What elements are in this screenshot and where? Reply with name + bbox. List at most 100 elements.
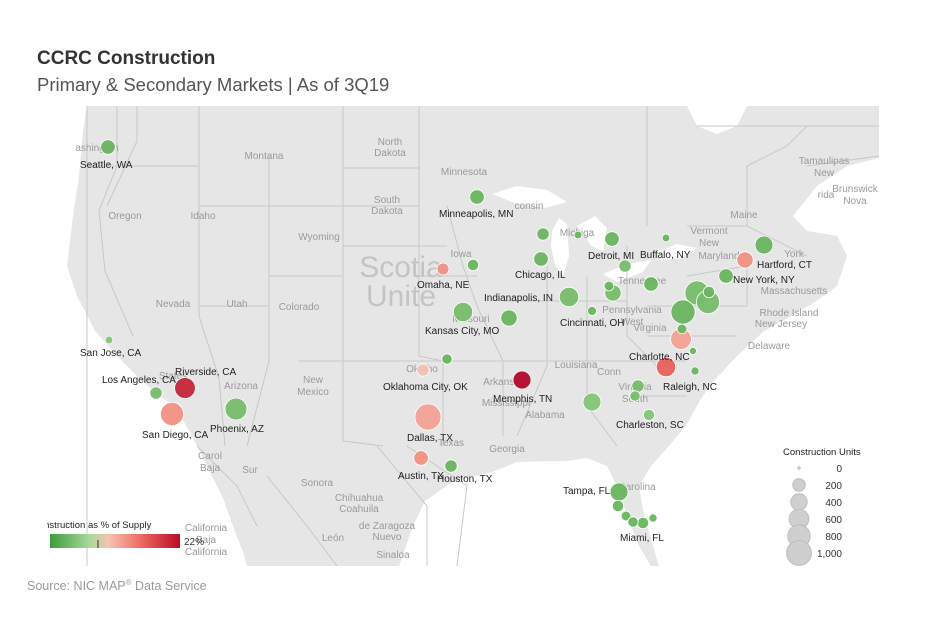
market-bubble[interactable] [469, 189, 485, 205]
market-bubble[interactable] [512, 370, 532, 390]
region-label: Montana [245, 151, 284, 162]
market-label: Seattle, WA [80, 160, 133, 171]
market-label: San Jose, CA [80, 348, 141, 359]
us-map[interactable]: ashingtonOregon IdahoMontanaWyomingNevada… [47, 106, 879, 566]
market-label: Dallas, TX [407, 433, 453, 444]
map-panel[interactable]: ashington Oregon Idaho Montana Wyoming Nevada… [47, 106, 879, 566]
size-legend-title: Construction Units [783, 447, 861, 458]
region-label: León [322, 533, 344, 544]
market-bubble[interactable] [587, 306, 597, 316]
market-bubble[interactable] [629, 390, 641, 402]
market-bubble[interactable] [536, 227, 550, 241]
market-bubble[interactable] [718, 268, 734, 284]
market-bubble[interactable] [444, 459, 458, 473]
source-prefix: Source: NIC MAP [27, 579, 126, 594]
region-label: Brunswick [832, 184, 879, 195]
market-bubble[interactable] [661, 233, 671, 243]
market-label: Minneapolis, MN [439, 209, 513, 220]
market-label: Omaha, NE [417, 280, 470, 291]
chart-subtitle: Primary & Secondary Markets | As of 3Q19 [37, 74, 390, 95]
market-label: Phoenix, AZ [210, 424, 264, 435]
market-bubble[interactable] [174, 377, 196, 399]
market-bubble[interactable] [702, 285, 716, 299]
market-bubble[interactable] [414, 403, 442, 431]
market-label: Charlotte, NC [629, 352, 690, 363]
market-bubble[interactable] [100, 139, 116, 155]
size-legend-label: 1,000 [817, 549, 842, 560]
region-label: California [185, 547, 228, 558]
size-legend-label: 600 [825, 515, 842, 526]
size-legend-circle [790, 493, 808, 511]
market-bubble[interactable] [604, 231, 620, 247]
market-bubble[interactable] [643, 276, 659, 292]
market-bubble[interactable] [609, 482, 629, 502]
region-label: Baja [200, 463, 220, 474]
market-bubble[interactable] [648, 513, 658, 523]
market-bubble[interactable] [676, 323, 688, 335]
market-label: Detroit, MI [588, 251, 634, 262]
size-legend-label: 200 [825, 481, 842, 492]
region-label: Oregon [108, 211, 141, 222]
market-bubble[interactable] [149, 386, 163, 400]
market-label: Raleigh, NC [663, 382, 717, 393]
region-label: Minnesota [441, 167, 488, 178]
market-bubble[interactable] [627, 516, 639, 528]
market-bubble[interactable] [452, 301, 474, 323]
market-bubble[interactable] [441, 353, 453, 365]
region-label: consin [515, 201, 544, 212]
region-label: Sur [242, 465, 258, 476]
market-label: Buffalo, NY [640, 250, 691, 261]
market-bubble[interactable] [611, 499, 625, 513]
market-bubble[interactable] [224, 397, 248, 421]
region-label: Conn [597, 367, 621, 378]
market-label: Indianapolis, IN [484, 293, 553, 304]
region-label: Idaho [190, 211, 215, 222]
market-bubble[interactable] [416, 363, 430, 377]
market-bubble[interactable] [689, 346, 698, 355]
region-label: Iowa [450, 249, 472, 260]
market-bubble[interactable] [636, 516, 650, 530]
source-note: Source: NIC MAP® Data Service [27, 578, 207, 593]
market-bubble[interactable] [533, 251, 549, 267]
region-label: York [784, 249, 805, 260]
region-label: Louisiana [555, 360, 598, 371]
market-label: New York, NY [733, 275, 795, 286]
chart-title: CCRC Construction [37, 48, 216, 69]
market-bubble[interactable] [466, 258, 480, 272]
color-legend-ramp [50, 534, 180, 548]
market-bubble[interactable] [736, 251, 754, 269]
market-label: Tampa, FL [563, 486, 611, 497]
region-label: Sinaloa [376, 550, 410, 561]
market-bubble[interactable] [631, 379, 645, 393]
market-bubble[interactable] [670, 299, 696, 325]
region-label: New [699, 238, 720, 249]
market-bubble[interactable] [754, 235, 774, 255]
market-bubble[interactable] [603, 280, 615, 292]
region-label: Dakota [374, 148, 406, 159]
region-label: California [185, 523, 228, 534]
market-label: Hartford, CT [757, 260, 812, 271]
market-bubble[interactable] [104, 335, 114, 345]
market-bubble[interactable] [642, 408, 656, 422]
region-label: New Jersey [755, 319, 807, 330]
region-label: Maryland [698, 251, 739, 262]
color-legend-max: 22% [184, 537, 204, 548]
market-bubble[interactable] [582, 392, 602, 412]
market-bubble[interactable] [413, 450, 429, 466]
market-bubble[interactable] [573, 230, 583, 240]
region-label: Virginia [633, 323, 667, 334]
region-label: Coahuila [339, 504, 379, 515]
region-label: Georgia [489, 444, 525, 455]
size-legend-circle [792, 478, 806, 492]
market-bubble[interactable] [558, 286, 580, 308]
source-suffix: Data Service [131, 579, 207, 594]
region-label: Delaware [748, 341, 791, 352]
market-bubble[interactable] [690, 366, 700, 376]
market-bubble[interactable] [500, 309, 518, 327]
region-label: Tennessee [618, 276, 667, 287]
market-bubble[interactable] [160, 401, 185, 426]
market-bubble[interactable] [436, 262, 450, 276]
region-label: Tamaulipas [799, 156, 850, 167]
market-label: Riverside, CA [175, 367, 236, 378]
region-label: Mexico [297, 387, 329, 398]
